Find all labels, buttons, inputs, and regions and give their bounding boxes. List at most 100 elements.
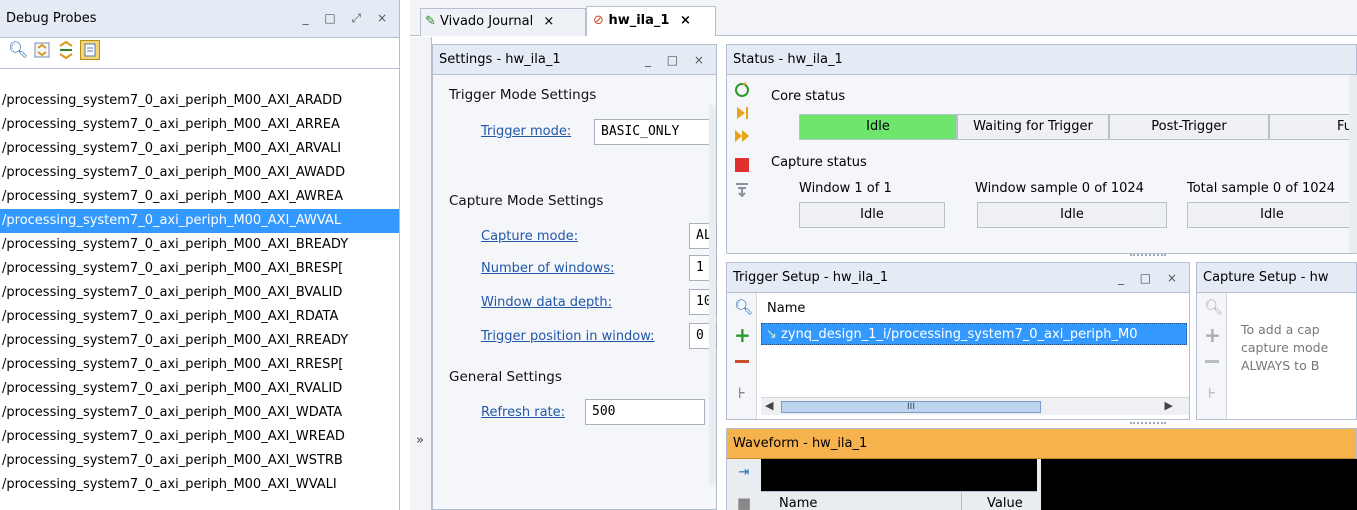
core-status-post-trigger: Post-Trigger — [1109, 114, 1269, 140]
probe-list-item[interactable]: /processing_system7_0_axi_periph_M00_AXI… — [0, 401, 399, 425]
trigger-setup-window-controls[interactable]: _ □ × — [1118, 271, 1189, 285]
search-icon[interactable]: 🔍︎ — [1204, 299, 1223, 315]
debug-probes-window-controls[interactable]: _ □ ⤢ × — [303, 11, 399, 26]
total-sample-label: Total sample 0 of 1024 — [1187, 181, 1336, 196]
waveform-canvas[interactable] — [1041, 459, 1357, 510]
capture-setup-title: Capture Setup - hw — [1203, 270, 1329, 285]
capture-hint-line-1: To add a cap — [1241, 322, 1320, 337]
side-collapse-strip: » — [410, 37, 432, 510]
scroll-left-icon[interactable]: ◀ — [765, 399, 773, 412]
expand-all-icon[interactable] — [56, 40, 76, 60]
auto-trigger-icon[interactable] — [734, 81, 750, 97]
trigger-horizontal-scrollbar[interactable]: ◀ III ▶ — [761, 397, 1189, 415]
waveform-value-column[interactable]: Value — [987, 496, 1023, 510]
expand-panel-icon[interactable]: » — [416, 433, 424, 448]
settings-window-controls[interactable]: _ □ × — [645, 53, 716, 67]
probe-list-item[interactable]: /processing_system7_0_axi_periph_M00_AXI… — [0, 305, 399, 329]
probe-list-item[interactable]: /processing_system7_0_axi_periph_M00_AXI… — [0, 425, 399, 449]
capture-mode-section-heading: Capture Mode Settings — [449, 193, 604, 209]
debug-probes-panel: Debug Probes _ □ ⤢ × 🔍︎ /processing_syst… — [0, 0, 400, 510]
trigger-setup-title: Trigger Setup - hw_ila_1 — [733, 270, 889, 285]
collapse-all-icon[interactable] — [32, 40, 52, 60]
window-data-depth-label[interactable]: Window data depth: — [481, 295, 612, 310]
probe-list-item[interactable]: /processing_system7_0_axi_periph_M00_AXI… — [0, 185, 399, 209]
status-scrollbar[interactable] — [1349, 75, 1357, 253]
journal-icon: ✎ — [425, 14, 436, 29]
total-sample-value: Idle — [1187, 202, 1357, 228]
trigger-position-label[interactable]: Trigger position in window: — [481, 329, 655, 344]
probe-list-item[interactable]: /processing_system7_0_axi_periph_M00_AXI… — [0, 353, 399, 377]
probe-list-item[interactable]: /processing_system7_0_axi_periph_M00_AXI… — [0, 161, 399, 185]
probe-list-item[interactable]: /processing_system7_0_axi_periph_M00_AXI… — [0, 137, 399, 161]
probe-list-item[interactable]: /processing_system7_0_axi_periph_M00_AXI… — [0, 329, 399, 353]
settings-title: Settings - hw_ila_1 — [439, 52, 561, 67]
probe-list-item[interactable]: /processing_system7_0_axi_periph_M00_AXI… — [0, 113, 399, 137]
search-icon[interactable]: 🔍︎ — [734, 299, 753, 315]
waveform-name-column[interactable]: Name — [779, 496, 817, 510]
window-count-label: Window 1 of 1 — [799, 181, 892, 196]
capture-setup-toolbar: 🔍︎ + ⊦ — [1197, 293, 1227, 419]
add-probe-icon[interactable]: + — [734, 325, 751, 345]
waveform-column-header: Name Value — [761, 491, 1037, 510]
remove-probe-icon[interactable] — [734, 353, 750, 369]
trigger-setup-toolbar: 🔍︎ + ⊦ — [727, 293, 757, 419]
core-status-idle: Idle — [799, 114, 957, 140]
splitter-handle[interactable] — [1130, 254, 1166, 258]
add-probe-icon[interactable]: + — [1204, 325, 1221, 345]
probe-list-item[interactable]: /processing_system7_0_axi_periph_M00_AXI… — [0, 209, 399, 233]
show-selected-icon[interactable] — [80, 40, 100, 60]
probe-list-item[interactable]: /processing_system7_0_axi_periph_M00_AXI… — [0, 281, 399, 305]
capture-hint-line-2: capture mode — [1241, 340, 1329, 355]
window-sample-value: Idle — [977, 202, 1167, 228]
status-toolbar — [727, 75, 757, 253]
scroll-thumb[interactable]: III — [781, 401, 1041, 413]
trigger-mode-label[interactable]: Trigger mode: — [481, 124, 571, 139]
waveform-title: Waveform - hw_ila_1 — [733, 436, 868, 451]
waveform-header: Waveform - hw_ila_1 — [727, 429, 1356, 459]
run-trigger-icon[interactable] — [734, 105, 750, 121]
probe-list-item[interactable]: /processing_system7_0_axi_periph_M00_AXI… — [0, 257, 399, 281]
waveform-panel: Waveform - hw_ila_1 ⇥ ■ Name Value — [726, 428, 1357, 510]
trigger-setup-header: Trigger Setup - hw_ila_1 _ □ × — [727, 263, 1189, 293]
remove-probe-icon[interactable] — [1204, 353, 1220, 369]
core-status-waiting: Waiting for Trigger — [957, 114, 1109, 140]
refresh-rate-input[interactable]: 500 — [585, 399, 705, 425]
status-title: Status - hw_ila_1 — [733, 52, 843, 67]
run-immediate-icon[interactable] — [734, 128, 750, 144]
save-icon[interactable]: ■ — [736, 495, 752, 510]
search-icon[interactable]: 🔍︎ — [8, 40, 28, 60]
trigger-mode-dropdown[interactable]: BASIC_ONLY — [594, 119, 716, 145]
tab-hw-ila-1[interactable]: ⊘ hw_ila_1 × — [586, 6, 716, 36]
trigger-setup-panel: Trigger Setup - hw_ila_1 _ □ × 🔍︎ + ⊦ Na… — [726, 262, 1190, 420]
status-panel: Status - hw_ila_1 Core status Idle Waiti… — [726, 44, 1357, 254]
trigger-mode-section-heading: Trigger Mode Settings — [449, 87, 597, 103]
tab-vivado-journal[interactable]: ✎ Vivado Journal × — [420, 8, 586, 36]
capture-condition-icon[interactable]: ⊦ — [1204, 385, 1220, 401]
number-of-windows-label[interactable]: Number of windows: — [481, 261, 615, 276]
capture-setup-panel: Capture Setup - hw 🔍︎ + ⊦ To add a cap c… — [1196, 262, 1357, 420]
probe-list-item[interactable]: /processing_system7_0_axi_periph_M00_AXI… — [0, 377, 399, 401]
tab-hw-ila-1-label: hw_ila_1 — [608, 13, 670, 28]
capture-icon[interactable] — [734, 181, 750, 198]
splitter-handle-lower[interactable] — [1130, 422, 1166, 426]
ila-icon: ⊘ — [593, 13, 604, 28]
capture-status-label: Capture status — [771, 155, 867, 170]
probe-list-item[interactable]: /processing_system7_0_axi_periph_M00_AXI… — [0, 233, 399, 257]
scroll-right-icon[interactable]: ▶ — [1165, 399, 1173, 412]
settings-panel: Settings - hw_ila_1 _ □ × Trigger Mode S… — [432, 44, 717, 510]
stop-icon[interactable] — [734, 157, 750, 173]
trigger-condition-icon[interactable]: ⊦ — [734, 385, 750, 401]
tab-vivado-journal-close[interactable]: × — [543, 14, 554, 29]
capture-setup-header: Capture Setup - hw — [1197, 263, 1356, 293]
capture-mode-label[interactable]: Capture mode: — [481, 229, 578, 244]
probe-list-item[interactable]: /processing_system7_0_axi_periph_M00_AXI… — [0, 473, 399, 497]
trigger-name-header[interactable]: Name — [767, 301, 805, 316]
settings-scrollbar[interactable] — [709, 105, 716, 485]
probe-list-item[interactable]: /processing_system7_0_axi_periph_M00_AXI… — [0, 449, 399, 473]
tab-hw-ila-1-close[interactable]: × — [680, 13, 691, 28]
probe-list-item[interactable]: /processing_system7_0_axi_periph_M00_AXI… — [0, 89, 399, 113]
waveform-column-divider[interactable] — [961, 492, 962, 510]
zoom-fit-icon[interactable]: ⇥ — [736, 465, 752, 481]
trigger-probe-row[interactable]: ↘ zynq_design_1_i/processing_system7_0_a… — [761, 323, 1187, 345]
refresh-rate-label[interactable]: Refresh rate: — [481, 405, 565, 420]
